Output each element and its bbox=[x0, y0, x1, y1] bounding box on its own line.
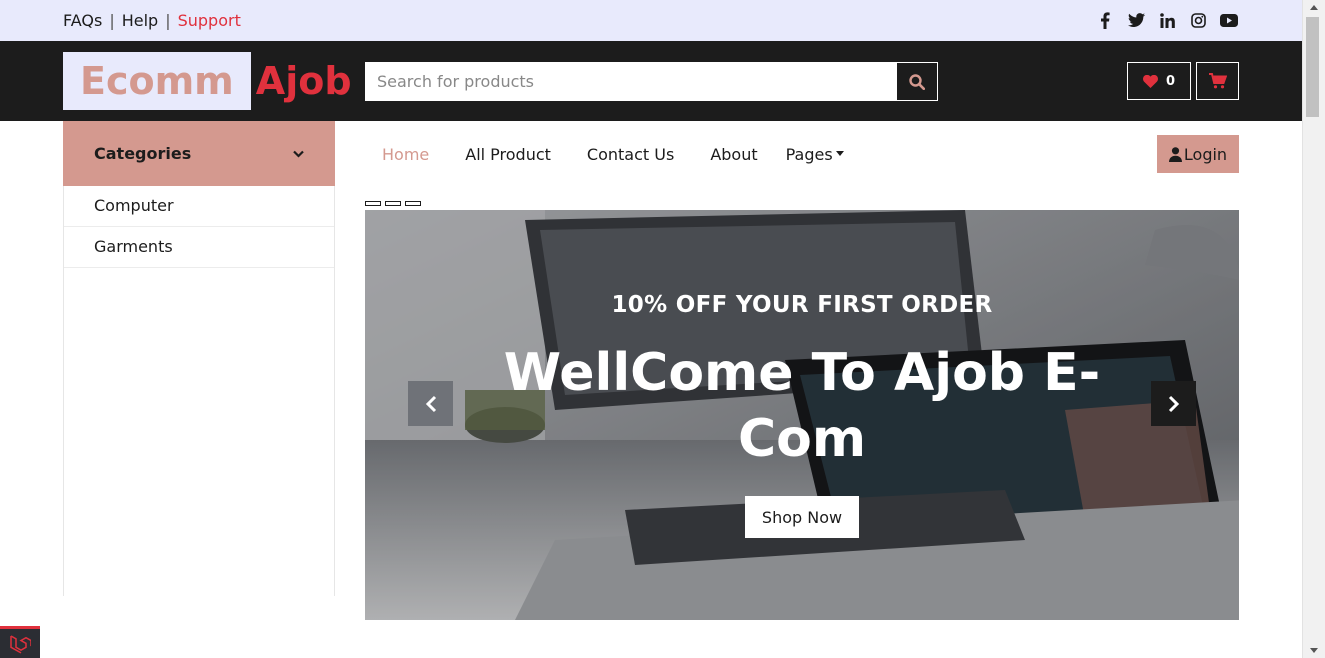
social-links bbox=[1096, 11, 1238, 29]
header: Ecomm Ajob 0 bbox=[0, 41, 1302, 121]
hero-carousel: 10% OFF YOUR FIRST ORDER WellCome To Ajo… bbox=[365, 210, 1239, 620]
logo-part-ecomm: Ecomm bbox=[63, 52, 251, 110]
separator: | bbox=[165, 11, 171, 30]
carousel-next-button[interactable] bbox=[1151, 381, 1196, 426]
category-garments[interactable]: Garments bbox=[64, 227, 334, 268]
carousel-prev-button[interactable] bbox=[408, 381, 453, 426]
page-scrollbar[interactable] bbox=[1302, 0, 1325, 658]
instagram-icon[interactable] bbox=[1189, 11, 1207, 29]
chevron-right-icon bbox=[1168, 395, 1179, 412]
cart-button[interactable] bbox=[1196, 62, 1239, 100]
carousel-indicator[interactable] bbox=[365, 201, 381, 206]
top-links: FAQs | Help | Support bbox=[63, 11, 241, 30]
carousel-indicator[interactable] bbox=[405, 201, 421, 206]
youtube-icon[interactable] bbox=[1220, 11, 1238, 29]
faqs-link[interactable]: FAQs bbox=[63, 11, 102, 30]
support-link[interactable]: Support bbox=[178, 11, 241, 30]
scrollbar-thumb[interactable] bbox=[1306, 17, 1319, 117]
carousel-indicator[interactable] bbox=[385, 201, 401, 206]
linkedin-icon[interactable] bbox=[1158, 11, 1176, 29]
search-bar bbox=[365, 62, 938, 101]
scroll-up-arrow-icon[interactable] bbox=[1310, 5, 1318, 10]
nav-about[interactable]: About bbox=[710, 145, 757, 164]
nav-all-product[interactable]: All Product bbox=[465, 145, 551, 164]
logo[interactable]: Ecomm Ajob bbox=[63, 52, 352, 110]
twitter-icon[interactable] bbox=[1127, 11, 1145, 29]
hero-subtitle: 10% OFF YOUR FIRST ORDER bbox=[611, 292, 993, 318]
user-icon bbox=[1168, 146, 1182, 162]
wishlist-button[interactable]: 0 bbox=[1127, 62, 1191, 100]
caret-down-icon bbox=[835, 150, 844, 156]
nav-pages-dropdown[interactable]: Pages bbox=[786, 145, 844, 164]
shop-now-button[interactable]: Shop Now bbox=[745, 496, 859, 538]
scroll-down-arrow-icon[interactable] bbox=[1310, 648, 1318, 653]
nav-pages-label: Pages bbox=[785, 144, 833, 164]
search-icon bbox=[909, 73, 925, 90]
debugbar-toggle[interactable] bbox=[0, 626, 40, 658]
help-link[interactable]: Help bbox=[122, 11, 158, 30]
chevron-left-icon bbox=[425, 395, 436, 412]
categories-toggle[interactable]: Categories bbox=[63, 121, 335, 186]
category-computer[interactable]: Computer bbox=[64, 186, 334, 227]
heart-icon bbox=[1142, 74, 1158, 88]
categories-title: Categories bbox=[94, 144, 192, 163]
facebook-icon[interactable] bbox=[1096, 11, 1114, 29]
nav-contact-us[interactable]: Contact Us bbox=[587, 145, 674, 164]
separator: | bbox=[109, 11, 115, 30]
login-button[interactable]: Login bbox=[1157, 135, 1239, 173]
carousel-indicators bbox=[365, 201, 421, 206]
cart-icon bbox=[1208, 73, 1227, 89]
laravel-icon bbox=[10, 634, 31, 654]
chevron-down-icon bbox=[293, 150, 304, 158]
hero-title: WellCome To Ajob E-Com bbox=[503, 343, 1101, 469]
search-button[interactable] bbox=[896, 62, 938, 101]
top-bar: FAQs | Help | Support bbox=[0, 0, 1302, 41]
login-label: Login bbox=[1183, 144, 1228, 164]
logo-part-ajob: Ajob bbox=[255, 59, 352, 103]
wishlist-count: 0 bbox=[1165, 73, 1176, 89]
nav-home[interactable]: Home bbox=[382, 145, 429, 164]
search-input[interactable] bbox=[365, 62, 896, 101]
categories-panel: Computer Garments bbox=[63, 186, 335, 596]
main-nav: Home All Product Contact Us About Pages bbox=[365, 143, 844, 165]
